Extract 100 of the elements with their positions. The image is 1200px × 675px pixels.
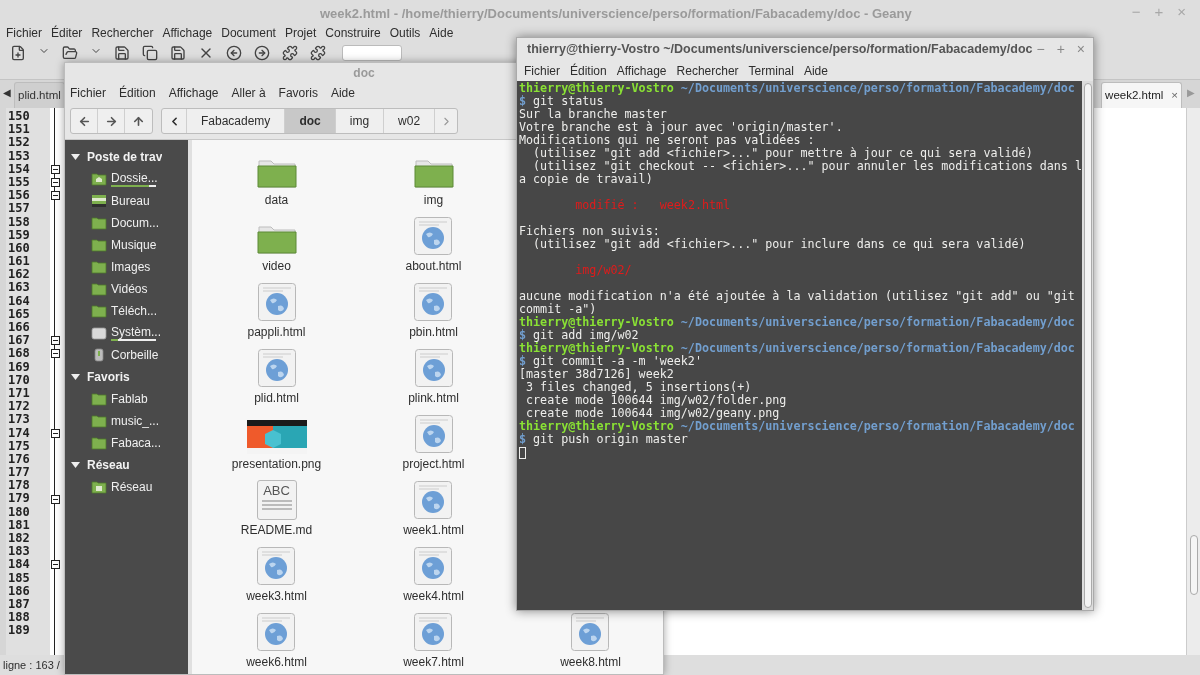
output-line: (utilisez "git checkout -- <fichier>..." pour annuler les modifications dans l bbox=[532, 159, 1082, 173]
file-item[interactable]: presentation.png bbox=[231, 410, 322, 472]
menu-item[interactable]: Édition bbox=[119, 84, 156, 102]
output-line: (utilisez "git add <fichier>..." pour inclure dans ce qui sera validé) bbox=[532, 237, 1026, 251]
fold-marker-icon[interactable] bbox=[50, 164, 60, 174]
fold-marker-icon[interactable] bbox=[50, 494, 60, 504]
path-button[interactable]: img bbox=[335, 109, 385, 133]
file-item[interactable]: ABC README.md bbox=[240, 476, 313, 538]
fold-marker-icon[interactable] bbox=[50, 349, 60, 359]
line-number: 151 bbox=[7, 123, 31, 137]
toolbar-icon[interactable] bbox=[254, 45, 270, 61]
output-line: Sur la branche master bbox=[519, 107, 667, 121]
file-item[interactable]: week7.html bbox=[403, 608, 464, 670]
toolbar-icon[interactable] bbox=[114, 45, 130, 61]
toolbar-icon[interactable] bbox=[310, 45, 326, 61]
line-number: 178 bbox=[7, 479, 31, 493]
file-item[interactable]: data bbox=[256, 146, 297, 208]
menu-item[interactable]: Projet bbox=[284, 24, 317, 42]
sidebar-item[interactable]: Docum... bbox=[65, 212, 188, 234]
toolbar-icon[interactable] bbox=[170, 45, 186, 61]
file-item[interactable]: plink.html bbox=[408, 344, 459, 406]
fold-marker-icon[interactable] bbox=[50, 191, 60, 201]
sidebar-item[interactable]: Vidéos bbox=[65, 278, 188, 300]
file-item[interactable]: video bbox=[256, 212, 297, 274]
expand-triangle-icon[interactable] bbox=[71, 462, 80, 468]
sidebar-item[interactable]: Fablab bbox=[65, 388, 188, 410]
fold-marker-icon[interactable] bbox=[50, 560, 60, 570]
file-item[interactable]: week8.html bbox=[560, 608, 621, 670]
file-item[interactable]: pappli.html bbox=[247, 278, 306, 340]
menu-item[interactable]: Construire bbox=[325, 24, 381, 42]
menu-item[interactable]: Rechercher bbox=[91, 24, 154, 42]
file-item[interactable]: week6.html bbox=[246, 608, 307, 670]
toolbar-icon[interactable] bbox=[282, 45, 298, 61]
output-line: Fichiers non suivis: bbox=[519, 224, 660, 238]
line-number: 183 bbox=[7, 545, 31, 559]
prompt-path: ~/Documents/universcience/perso/formation/Fabacademy/doc bbox=[680, 82, 1075, 95]
editor-tab[interactable]: week2.html × bbox=[1101, 82, 1182, 108]
sidebar-item[interactable]: Fabaca... bbox=[65, 432, 188, 454]
arrow-right-icon bbox=[104, 114, 118, 128]
menu-item[interactable]: Aller à bbox=[231, 84, 266, 102]
menu-item[interactable]: Aide bbox=[330, 84, 355, 102]
path-button[interactable]: doc bbox=[285, 109, 336, 133]
sidebar-item[interactable]: Images bbox=[65, 256, 188, 278]
scrollbar[interactable] bbox=[1186, 108, 1200, 655]
sidebar-item[interactable]: Dossie... bbox=[65, 168, 188, 190]
menu-item[interactable]: Rechercher bbox=[676, 62, 739, 80]
scrollbar[interactable] bbox=[1082, 81, 1093, 610]
menu-item[interactable]: Document bbox=[221, 24, 276, 42]
prompt-user: thierry@thierry-Vostro bbox=[519, 316, 674, 329]
menu-item[interactable]: Affichage bbox=[162, 24, 213, 42]
toolbar-icon[interactable] bbox=[226, 45, 242, 61]
path-button[interactable]: w02 bbox=[384, 109, 436, 133]
expand-triangle-icon[interactable] bbox=[71, 154, 80, 160]
output-line: create mode 100644 img/w02/folder.png bbox=[525, 393, 787, 407]
menu-item[interactable]: Aide bbox=[803, 62, 828, 80]
prompt-path: ~/Documents/universcience/perso/formation/Fabacademy/doc bbox=[680, 420, 1075, 433]
expand-triangle-icon[interactable] bbox=[71, 374, 80, 380]
toolbar-icon[interactable] bbox=[10, 45, 26, 61]
sidebar-item[interactable]: Bureau bbox=[65, 190, 188, 212]
menu-item[interactable]: Édition bbox=[570, 62, 607, 80]
menu-item[interactable]: Éditer bbox=[51, 24, 83, 42]
fold-marker-icon[interactable] bbox=[50, 178, 60, 188]
toolbar-icon[interactable] bbox=[142, 45, 158, 61]
menu-item[interactable]: Favoris bbox=[278, 84, 318, 102]
line-number: 186 bbox=[7, 584, 31, 598]
sidebar-item[interactable]: Corbeille bbox=[65, 344, 188, 366]
file-item[interactable]: project.html bbox=[402, 410, 465, 472]
sidebar-item[interactable]: music_... bbox=[65, 410, 188, 432]
prompt-user: thierry@thierry-Vostro bbox=[519, 342, 674, 355]
file-item[interactable]: about.html bbox=[405, 212, 462, 274]
menu-item[interactable]: Fichier bbox=[524, 62, 560, 80]
menu-item[interactable]: Fichier bbox=[6, 24, 42, 42]
file-item[interactable]: week4.html bbox=[403, 542, 464, 604]
sidebar-item[interactable]: Musique bbox=[65, 234, 188, 256]
line-number: 189 bbox=[7, 624, 31, 638]
sidebar-item[interactable]: Téléch... bbox=[65, 300, 188, 322]
file-item[interactable]: img bbox=[413, 146, 454, 208]
menu-item[interactable]: Terminal bbox=[748, 62, 794, 80]
folder-icon bbox=[91, 436, 107, 450]
line-number: 172 bbox=[7, 400, 31, 414]
sidebar-item[interactable]: Systèm... bbox=[65, 322, 188, 344]
menu-item[interactable]: Affichage bbox=[616, 62, 667, 80]
menu-item[interactable]: Aide bbox=[429, 24, 454, 42]
file-item[interactable]: pbin.html bbox=[409, 278, 458, 340]
toolbar-icon[interactable] bbox=[62, 45, 78, 61]
sidebar-item[interactable]: Réseau bbox=[65, 476, 188, 498]
file-item[interactable]: plid.html bbox=[254, 344, 299, 406]
line-number: 169 bbox=[7, 360, 31, 374]
file-item[interactable]: week1.html bbox=[403, 476, 464, 538]
menu-item[interactable]: Outils bbox=[389, 24, 421, 42]
tab-scroll-left[interactable]: ◀ bbox=[0, 85, 14, 100]
editor-tab[interactable]: plid.html bbox=[14, 82, 65, 108]
file-item[interactable]: week3.html bbox=[246, 542, 307, 604]
line-number: 185 bbox=[7, 571, 31, 585]
search-field[interactable] bbox=[342, 45, 402, 61]
menu-item[interactable]: Affichage bbox=[168, 84, 219, 102]
menu-item[interactable]: Fichier bbox=[70, 84, 106, 102]
fold-marker-icon[interactable] bbox=[50, 428, 60, 438]
line-number: 165 bbox=[7, 307, 31, 321]
fold-marker-icon[interactable] bbox=[50, 336, 60, 346]
